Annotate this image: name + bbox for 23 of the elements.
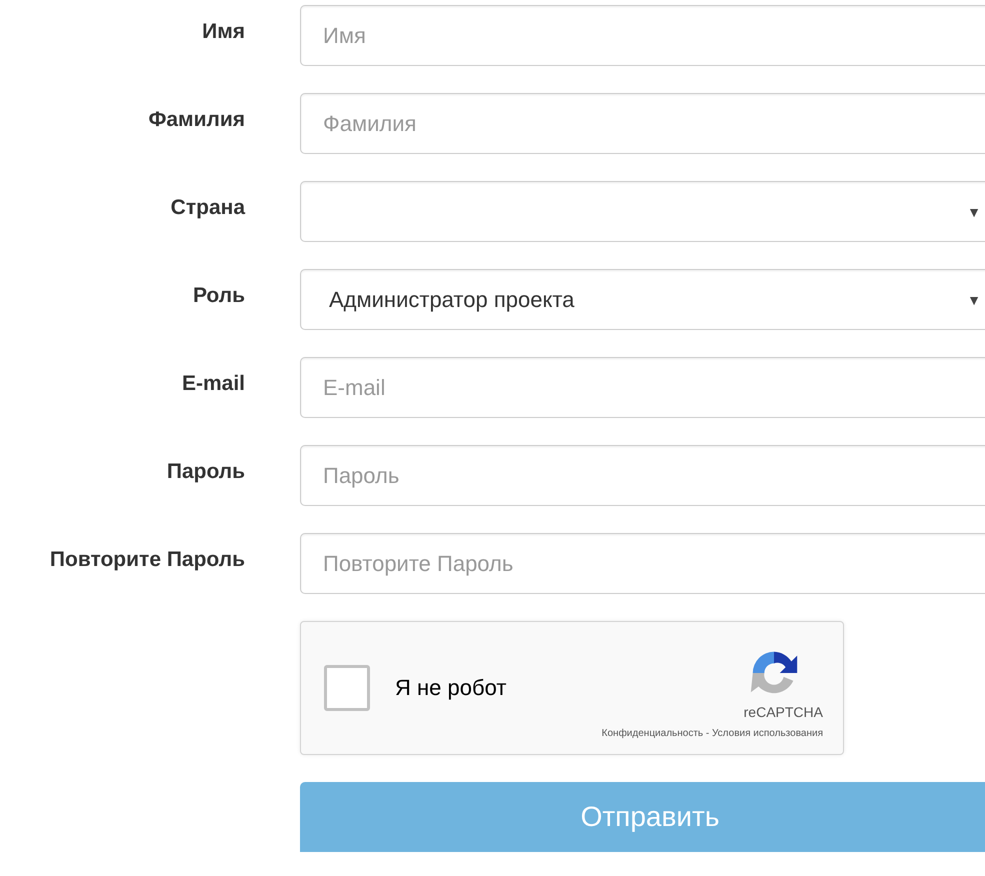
- input-field[interactable]: E-mail: [300, 357, 985, 418]
- select-field[interactable]: ▼: [300, 181, 985, 242]
- captcha-links: Конфиденциальность - Условия использования: [602, 728, 823, 738]
- input-field[interactable]: Повторите Пароль: [300, 533, 985, 594]
- privacy-link[interactable]: Конфиденциальность: [602, 728, 704, 738]
- select-field[interactable]: Администратор проекта ▼: [300, 269, 985, 330]
- input-field[interactable]: Пароль: [300, 445, 985, 506]
- input-field[interactable]: Фамилия: [300, 93, 985, 154]
- field-label: Повторите Пароль: [48, 547, 245, 572]
- captcha-checkbox[interactable]: [324, 665, 370, 711]
- field-label: Пароль: [166, 459, 245, 484]
- select-value: Администратор проекта: [329, 286, 574, 312]
- captcha-brand: reCAPTCHA: [744, 704, 823, 720]
- field-label: Фамилия: [147, 107, 245, 132]
- terms-link[interactable]: Условия использования: [712, 728, 823, 738]
- captcha-label: Я не робот: [395, 675, 506, 701]
- dropdown-arrow-icon: ▼: [967, 292, 981, 308]
- field-label: Страна: [170, 195, 245, 220]
- input-field[interactable]: Имя: [300, 5, 985, 66]
- dropdown-arrow-icon: ▼: [967, 204, 981, 220]
- field-label: Имя: [201, 19, 245, 44]
- field-label: E-mail: [180, 371, 245, 396]
- field-label: Роль: [192, 283, 245, 308]
